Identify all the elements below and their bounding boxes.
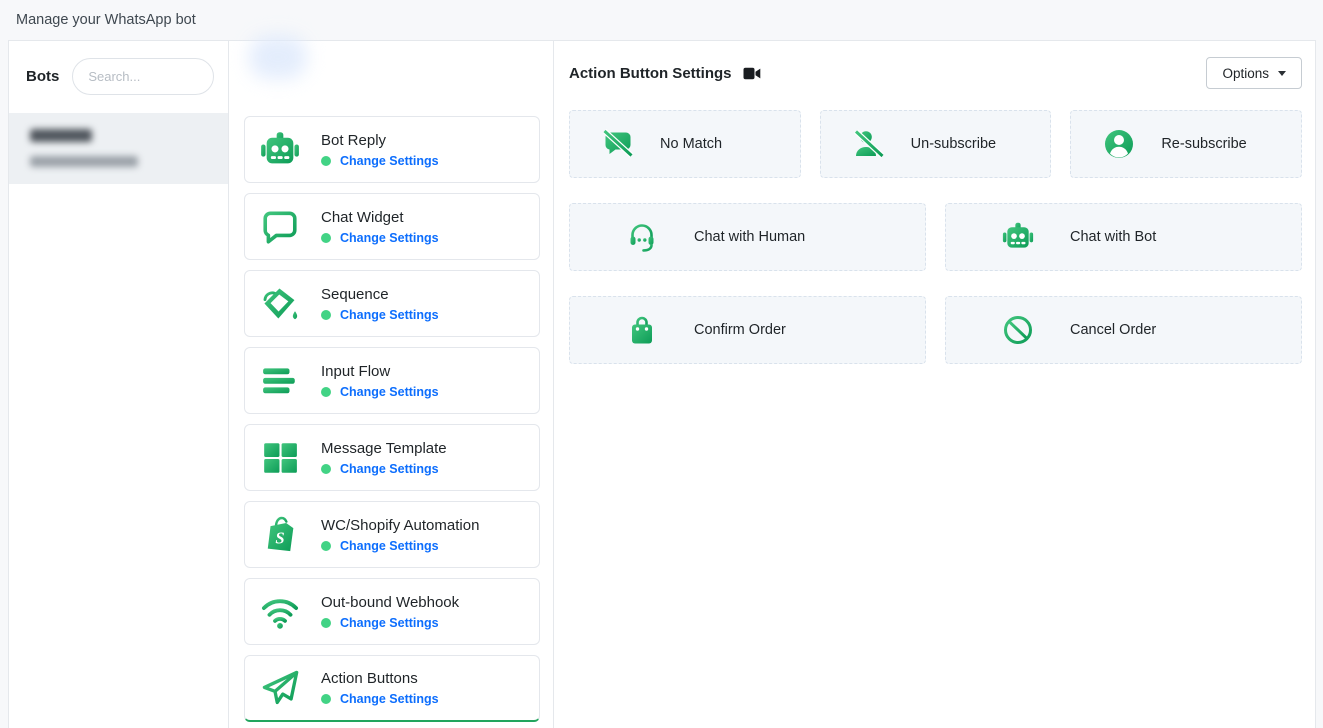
wifi-icon	[259, 591, 301, 633]
bot-name-redacted	[30, 129, 92, 142]
feature-card-chat-widget[interactable]: Chat Widget Change Settings	[244, 193, 540, 260]
status-dot	[321, 541, 331, 551]
action-tile-resubscribe[interactable]: Re-subscribe	[1070, 110, 1302, 178]
panel-title: Action Button Settings	[569, 65, 731, 82]
change-settings-link[interactable]: Change Settings	[340, 616, 439, 630]
shopify-bag-icon: S	[259, 514, 301, 556]
change-settings-link[interactable]: Change Settings	[340, 231, 439, 245]
action-tile-chat-with-bot[interactable]: Chat with Bot	[945, 203, 1302, 271]
grid-squares-icon	[259, 437, 301, 479]
chat-slash-icon	[602, 128, 634, 160]
feature-title: Chat Widget	[321, 209, 439, 226]
action-tile-unsubscribe[interactable]: Un-subscribe	[820, 110, 1052, 178]
status-dot	[321, 156, 331, 166]
status-dot	[321, 387, 331, 397]
svg-text:S: S	[275, 528, 284, 547]
headset-icon	[626, 221, 658, 253]
sidebar-header: Bots	[9, 41, 228, 113]
status-dot	[321, 618, 331, 628]
person-slash-icon	[853, 128, 885, 160]
panel-header: Action Button Settings Options	[569, 57, 1302, 89]
feature-list: Bot Reply Change Settings Chat Widget Ch…	[229, 41, 554, 728]
change-settings-link[interactable]: Change Settings	[340, 462, 439, 476]
feature-card-sequence[interactable]: Sequence Change Settings	[244, 270, 540, 337]
action-tile-label: Confirm Order	[694, 322, 786, 338]
action-tile-label: Chat with Bot	[1070, 229, 1156, 245]
change-settings-link[interactable]: Change Settings	[340, 154, 439, 168]
feature-title: Bot Reply	[321, 132, 439, 149]
change-settings-link[interactable]: Change Settings	[340, 385, 439, 399]
feature-card-action-buttons[interactable]: Action Buttons Change Settings	[244, 655, 540, 722]
feature-title: Message Template	[321, 440, 447, 457]
action-buttons-row-2: Chat with Human Chat with Bot	[569, 203, 1302, 271]
feature-card-message-template[interactable]: Message Template Change Settings	[244, 424, 540, 491]
status-dot	[321, 310, 331, 320]
action-tile-label: Re-subscribe	[1161, 136, 1246, 152]
robot-icon	[1002, 221, 1034, 253]
main-panel: Bots Bot Reply Change Settings	[8, 40, 1316, 728]
action-button-settings-panel: Action Button Settings Options No Match	[554, 41, 1315, 728]
feature-card-bot-reply[interactable]: Bot Reply Change Settings	[244, 116, 540, 183]
action-buttons-row-1: No Match Un-subscribe Re-subscribe	[569, 110, 1302, 178]
bots-heading: Bots	[26, 68, 59, 85]
action-tile-label: Cancel Order	[1070, 322, 1156, 338]
feature-title: Input Flow	[321, 363, 439, 380]
action-tile-chat-with-human[interactable]: Chat with Human	[569, 203, 926, 271]
feature-title: Action Buttons	[321, 670, 439, 687]
action-tile-label: Chat with Human	[694, 229, 805, 245]
change-settings-link[interactable]: Change Settings	[340, 308, 439, 322]
bot-phone-redacted	[30, 156, 138, 167]
bots-sidebar: Bots	[9, 41, 229, 728]
person-circle-icon	[1103, 128, 1135, 160]
action-buttons-row-3: Confirm Order Cancel Order	[569, 296, 1302, 364]
options-button-label: Options	[1222, 66, 1269, 81]
options-button[interactable]: Options	[1206, 57, 1302, 89]
slash-circle-icon	[1002, 314, 1034, 346]
action-tile-cancel-order[interactable]: Cancel Order	[945, 296, 1302, 364]
video-camera-icon[interactable]	[743, 67, 761, 80]
feature-card-input-flow[interactable]: Input Flow Change Settings	[244, 347, 540, 414]
change-settings-link[interactable]: Change Settings	[340, 692, 439, 706]
page-title: Manage your WhatsApp bot	[16, 12, 196, 28]
paper-plane-icon	[259, 667, 301, 709]
feature-title: WC/Shopify Automation	[321, 517, 479, 534]
chat-bubble-icon	[259, 206, 301, 248]
action-tile-confirm-order[interactable]: Confirm Order	[569, 296, 926, 364]
feature-title: Sequence	[321, 286, 439, 303]
action-tile-label: Un-subscribe	[911, 136, 996, 152]
action-tile-no-match[interactable]: No Match	[569, 110, 801, 178]
caret-down-icon	[1278, 71, 1286, 76]
feature-card-wc-shopify-automation[interactable]: S WC/Shopify Automation Change Settings	[244, 501, 540, 568]
status-dot	[321, 694, 331, 704]
status-dot	[321, 464, 331, 474]
feature-title: Out-bound Webhook	[321, 594, 459, 611]
paint-bucket-icon	[259, 283, 301, 325]
bot-list-item-selected[interactable]	[9, 113, 228, 184]
shopping-bag-icon	[626, 314, 658, 346]
status-dot	[321, 233, 331, 243]
topbar: Manage your WhatsApp bot	[0, 0, 1323, 40]
change-settings-link[interactable]: Change Settings	[340, 539, 439, 553]
bots-search-input[interactable]	[72, 58, 214, 95]
list-bars-icon	[259, 360, 301, 402]
blurred-avatar	[249, 35, 307, 79]
robot-icon	[259, 129, 301, 171]
feature-card-outbound-webhook[interactable]: Out-bound Webhook Change Settings	[244, 578, 540, 645]
action-tile-label: No Match	[660, 136, 722, 152]
